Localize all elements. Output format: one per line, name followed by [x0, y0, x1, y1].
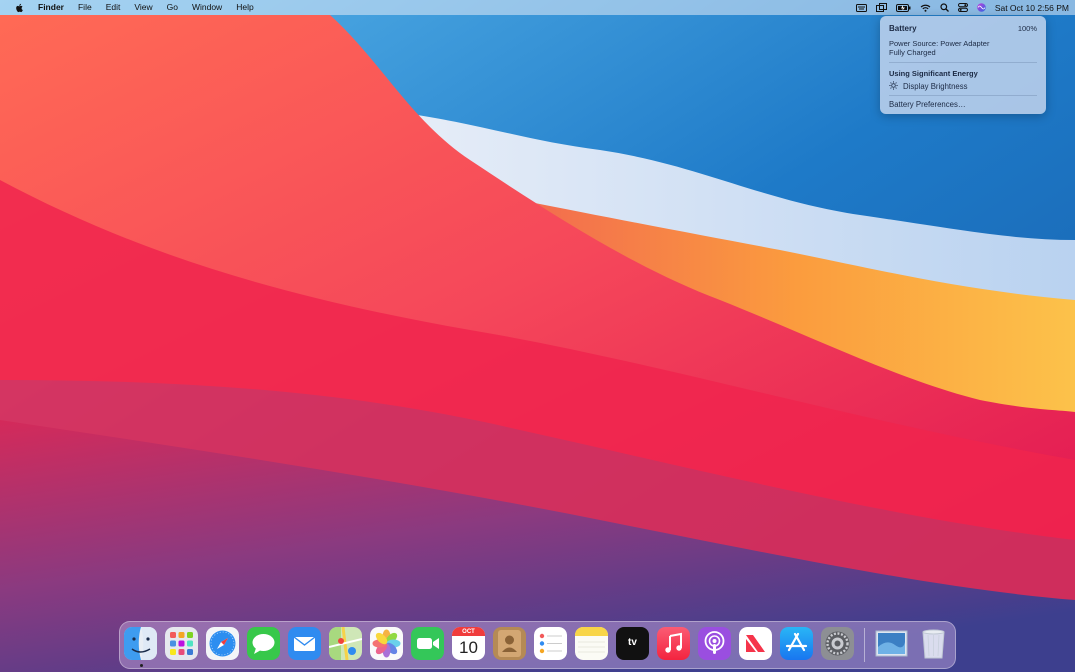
- downloads-stack-icon[interactable]: [875, 627, 908, 660]
- energy-app-label: Display Brightness: [903, 82, 968, 91]
- photos-icon[interactable]: [370, 627, 403, 660]
- calendar-day: 10: [459, 638, 478, 657]
- charge-status-label: Fully Charged: [889, 48, 936, 57]
- trash-icon[interactable]: [917, 627, 950, 660]
- power-source-label: Power Source: Power Adapter: [889, 39, 990, 48]
- energy-app-item[interactable]: Display Brightness: [889, 81, 968, 92]
- menu-view[interactable]: View: [127, 0, 159, 15]
- maps-icon[interactable]: [329, 627, 362, 660]
- battery-percent: 100%: [1017, 24, 1037, 33]
- calendar-month: OCT: [462, 629, 475, 635]
- menu-window[interactable]: Window: [185, 0, 229, 15]
- podcasts-icon[interactable]: [698, 627, 731, 660]
- siri-icon[interactable]: [977, 0, 986, 15]
- control-center-icon[interactable]: [957, 0, 968, 15]
- facetime-icon[interactable]: [411, 627, 444, 660]
- energy-section-title: Using Significant Energy: [889, 69, 978, 78]
- battery-menu-title: Battery: [889, 24, 917, 33]
- menu-edit[interactable]: Edit: [99, 0, 128, 15]
- menu-divider: [889, 95, 1037, 96]
- apple-logo-icon[interactable]: [8, 0, 31, 15]
- system-preferences-icon[interactable]: [821, 627, 854, 660]
- messages-icon[interactable]: [247, 627, 280, 660]
- battery-charging-icon[interactable]: [895, 0, 911, 15]
- safari-icon[interactable]: [206, 627, 239, 660]
- reminders-icon[interactable]: [534, 627, 567, 660]
- menu-help[interactable]: Help: [229, 0, 260, 15]
- finder-icon[interactable]: [124, 627, 157, 660]
- music-icon[interactable]: [657, 627, 690, 660]
- launchpad-icon[interactable]: [165, 627, 198, 660]
- apple-tv-icon[interactable]: tv: [616, 627, 649, 660]
- dock-divider: [864, 628, 865, 662]
- screen-mirroring-icon[interactable]: [875, 0, 887, 15]
- menu-bar: Finder File Edit View Go Window Help Sat…: [0, 0, 1075, 15]
- battery-menu: Battery 100% Power Source: Power Adapter…: [880, 16, 1046, 114]
- menubar-clock[interactable]: Sat Oct 10 2:56 PM: [995, 3, 1069, 13]
- apple-tv-label: tv: [628, 637, 637, 648]
- app-store-icon[interactable]: [780, 627, 813, 660]
- mail-icon[interactable]: [288, 627, 321, 660]
- menu-file[interactable]: File: [71, 0, 99, 15]
- menu-go[interactable]: Go: [160, 0, 185, 15]
- spotlight-search-icon[interactable]: [940, 0, 949, 15]
- calendar-icon[interactable]: OCT 10: [452, 627, 485, 660]
- battery-preferences-item[interactable]: Battery Preferences…: [880, 98, 1046, 111]
- menu-divider: [889, 62, 1037, 63]
- contacts-icon[interactable]: [493, 627, 526, 660]
- wifi-icon[interactable]: [920, 0, 931, 15]
- keyboard-viewer-icon[interactable]: [855, 0, 867, 15]
- brightness-icon: [889, 81, 898, 92]
- notes-icon[interactable]: [575, 627, 608, 660]
- menu-app-name[interactable]: Finder: [31, 0, 71, 15]
- news-icon[interactable]: [739, 627, 772, 660]
- running-indicator: [140, 664, 143, 667]
